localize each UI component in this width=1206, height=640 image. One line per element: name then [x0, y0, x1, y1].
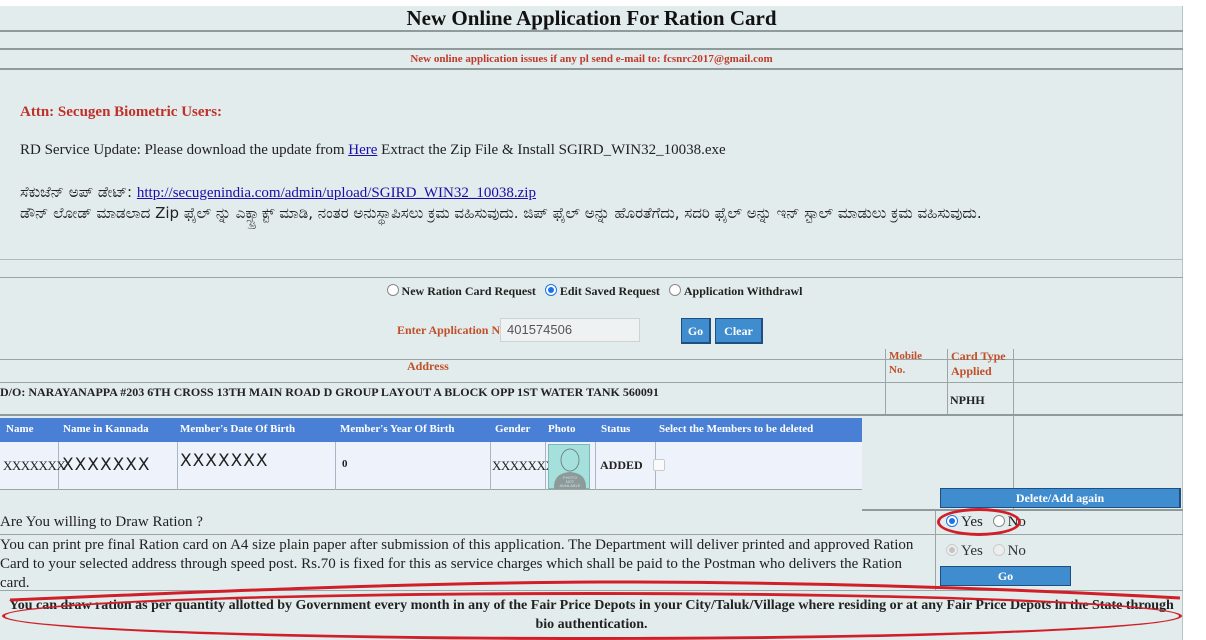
yes-label: Yes: [961, 543, 983, 559]
divider: [935, 535, 936, 590]
support-notice: New online application issues if any pl …: [0, 50, 1183, 70]
col-gender: Gender: [495, 423, 531, 435]
divider: [1013, 383, 1014, 414]
address-row: D/O: NARAYANAPPA #203 6TH CROSS 13TH MAI…: [0, 383, 1183, 416]
svg-text:AVAILABLE: AVAILABLE: [560, 483, 581, 488]
rd-prefix: RD Service Update: Please download the u…: [20, 142, 345, 158]
request-option-new[interactable]: New Ration Card Request: [381, 284, 536, 298]
spacer-row: [0, 260, 1183, 278]
kannada-instructions: ಡೌನ್ ಲೋಡ್ ಮಾಡಲಾದ Zip ಫೈಲ್ ನ್ನು ಎಕ್ಸ್ಟ್ರಾ…: [20, 204, 982, 222]
secugen-download-link[interactable]: http://secugenindia.com/admin/upload/SGI…: [137, 185, 536, 201]
member-name-kannada: XXXXXXX: [62, 455, 151, 475]
go-button[interactable]: Go: [681, 318, 711, 344]
request-type-group: New Ration Card Request Edit Saved Reque…: [0, 284, 1183, 299]
option-label: Application Withdrawl: [683, 284, 803, 298]
divider: [1013, 349, 1014, 382]
card-type-value: NPHH: [950, 393, 985, 407]
member-gender: XXXXXXX: [492, 458, 555, 473]
delete-member-checkbox[interactable]: [653, 459, 665, 471]
divider: [885, 349, 886, 382]
col-select-delete: Select the Members to be deleted: [659, 423, 814, 435]
col-name-kannada: Name in Kannada: [63, 423, 149, 435]
biometric-notice: Attn: Secugen Biometric Users: RD Servic…: [0, 70, 1183, 260]
print-card-text: You can print pre final Ration card on A…: [0, 537, 914, 591]
divider: [947, 349, 948, 382]
radio-print-yes[interactable]: [946, 544, 958, 556]
divider: [935, 511, 936, 534]
ration-portability-note: You can draw ration as per quantity allo…: [9, 598, 1174, 632]
members-table-header: Name Name in Kannada Member's Date Of Bi…: [0, 418, 862, 442]
cell: [336, 442, 491, 490]
photo-not-available-image: PHOTO NOT AVAILABLE: [548, 444, 590, 489]
print-card-row: You can print pre final Ration card on A…: [0, 535, 1183, 591]
radio-new-request[interactable]: [386, 284, 399, 296]
application-no-input[interactable]: 401574506: [500, 318, 640, 342]
draw-ration-options: Yes No: [940, 514, 1026, 531]
option-label: Edit Saved Request: [559, 284, 660, 298]
no-label: No: [1007, 543, 1026, 559]
member-yob: 0: [342, 458, 348, 470]
address-value: D/O: NARAYANAPPA #203 6TH CROSS 13TH MAI…: [0, 385, 659, 399]
divider: [885, 383, 886, 414]
application-no-label: Enter Application No.: [397, 323, 510, 337]
member-dob: XXXXXXX: [180, 451, 269, 471]
col-photo: Photo: [548, 423, 576, 435]
col-dob: Member's Date Of Birth: [180, 423, 296, 435]
draw-ration-question: Are You willing to Draw Ration ?: [0, 514, 203, 530]
col-status: Status: [601, 423, 631, 435]
page-title: New Online Application For Ration Card: [0, 6, 1183, 32]
card-type-header: Card Type Applied: [951, 349, 1006, 378]
yes-label: Yes: [961, 514, 983, 530]
address-header-row: Address Mobile No. Card Type Applied: [0, 349, 1183, 383]
delete-add-again-button[interactable]: Delete/Add again: [940, 488, 1181, 508]
radio-withdrawl[interactable]: [668, 284, 681, 296]
radio-draw-yes[interactable]: [946, 515, 958, 527]
draw-ration-row: Are You willing to Draw Ration ? Yes No: [0, 511, 1183, 535]
kannada-update-label: ಸೆಕುಜೆನ್ ಅಪ್ ಡೇಟ್:: [20, 183, 133, 201]
divider: [947, 383, 948, 414]
request-option-edit[interactable]: Edit Saved Request: [539, 284, 660, 298]
option-label: New Ration Card Request: [401, 284, 536, 298]
rd-service-update: RD Service Update: Please download the u…: [20, 142, 726, 159]
rd-suffix: Extract the Zip File & Install SGIRD_WIN…: [381, 142, 726, 158]
request-option-withdraw[interactable]: Application Withdrawl: [663, 284, 803, 298]
col-yob: Member's Year Of Birth: [340, 423, 455, 435]
radio-draw-no[interactable]: [992, 515, 1005, 527]
address-header: Address: [407, 359, 449, 373]
download-here-link[interactable]: Here: [348, 142, 377, 158]
radio-print-no[interactable]: [992, 544, 1005, 556]
radio-edit-saved[interactable]: [544, 284, 557, 296]
person-placeholder-icon: PHOTO NOT AVAILABLE: [553, 448, 587, 489]
no-label: No: [1007, 514, 1026, 530]
application-page: New Online Application For Ration Card N…: [0, 6, 1183, 640]
print-card-options: Yes No: [940, 543, 1026, 560]
print-go-button[interactable]: Go: [940, 566, 1071, 586]
clear-button[interactable]: Clear: [715, 318, 763, 344]
spacer-row: [0, 32, 1183, 50]
table-row: XXXXXXX XXXXXXX XXXXXXX 0 XXXXXXX PHOTO …: [0, 442, 862, 490]
request-section: New Ration Card Request Edit Saved Reque…: [0, 278, 1183, 360]
col-name: Name: [6, 423, 34, 435]
mobile-header: Mobile No.: [889, 350, 922, 376]
member-name: XXXXXXX: [3, 458, 66, 473]
attn-heading: Attn: Secugen Biometric Users:: [20, 104, 223, 120]
kannada-update-line: ಸೆಕುಜೆನ್ ಅಪ್ ಡೇಟ್: http://secugenindia.c…: [20, 183, 536, 202]
member-status: ADDED: [600, 458, 643, 472]
